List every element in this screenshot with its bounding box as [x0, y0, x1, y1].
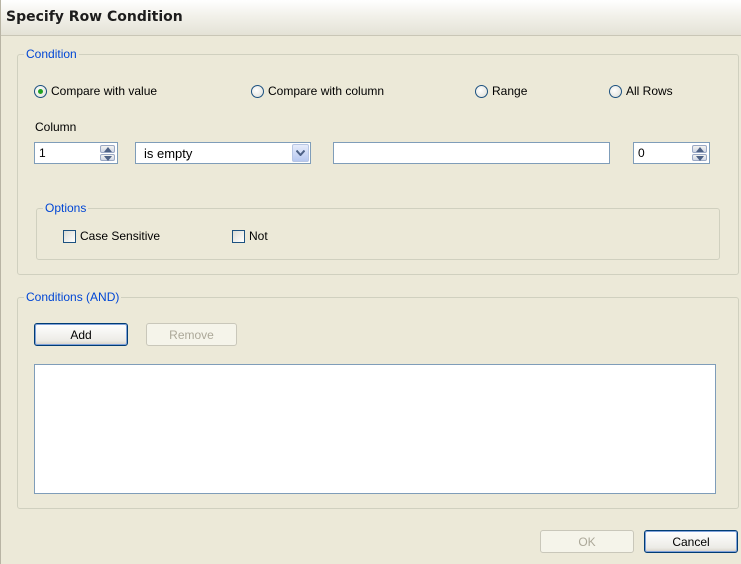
specify-row-condition-dialog: Specify Row Condition Condition Compare … [0, 0, 741, 564]
radio-button[interactable] [609, 84, 622, 98]
checkbox-label: Not [249, 229, 268, 243]
spin-up-button[interactable] [100, 145, 115, 153]
radio-label: Compare with column [268, 84, 385, 98]
radio-compare-with-value[interactable]: Compare with value [34, 84, 157, 98]
column-number-stepper[interactable]: 1 [34, 142, 118, 164]
not-checkbox[interactable]: Not [232, 229, 268, 243]
options-legend: Options [45, 201, 87, 215]
spin-down-button[interactable] [100, 153, 115, 161]
range-value: 0 [638, 146, 645, 160]
case-sensitive-checkbox[interactable]: Case Sensitive [63, 229, 160, 243]
radio-button[interactable] [475, 84, 488, 98]
checkbox-label: Case Sensitive [80, 229, 161, 243]
conditions-list[interactable] [34, 364, 716, 494]
radio-label: All Rows [626, 84, 673, 98]
spin-down-button[interactable] [692, 153, 707, 161]
radio-button-checked[interactable] [34, 84, 47, 98]
condition-legend: Condition [26, 47, 77, 61]
cancel-button[interactable]: Cancel [644, 530, 738, 553]
radio-label: Compare with value [51, 84, 158, 98]
checkbox-box[interactable] [63, 229, 76, 243]
operator-dropdown[interactable]: is empty [135, 142, 311, 164]
conditions-and-legend: Conditions (AND) [26, 290, 120, 304]
chevron-down-icon[interactable] [292, 144, 309, 162]
title-bar[interactable]: Specify Row Condition [1, 0, 741, 36]
remove-button[interactable]: Remove [146, 323, 237, 346]
operator-selected-value: is empty [144, 146, 193, 161]
column-label: Column [35, 120, 77, 134]
spin-up-button[interactable] [692, 145, 707, 153]
compare-value-input[interactable] [333, 142, 610, 164]
radio-button[interactable] [251, 84, 264, 98]
up-down-spin-icon[interactable] [692, 145, 707, 161]
radio-compare-with-column[interactable]: Compare with column [251, 84, 384, 98]
up-down-spin-icon[interactable] [100, 145, 115, 161]
radio-label: Range [492, 84, 528, 98]
checkbox-box[interactable] [232, 229, 245, 243]
radio-range[interactable]: Range [475, 84, 527, 98]
add-button[interactable]: Add [34, 323, 128, 346]
radio-all-rows[interactable]: All Rows [609, 84, 673, 98]
dialog-title: Specify Row Condition [6, 9, 183, 25]
ok-button[interactable]: OK [540, 530, 634, 553]
range-stepper[interactable]: 0 [633, 142, 710, 164]
column-number-value: 1 [39, 146, 46, 160]
